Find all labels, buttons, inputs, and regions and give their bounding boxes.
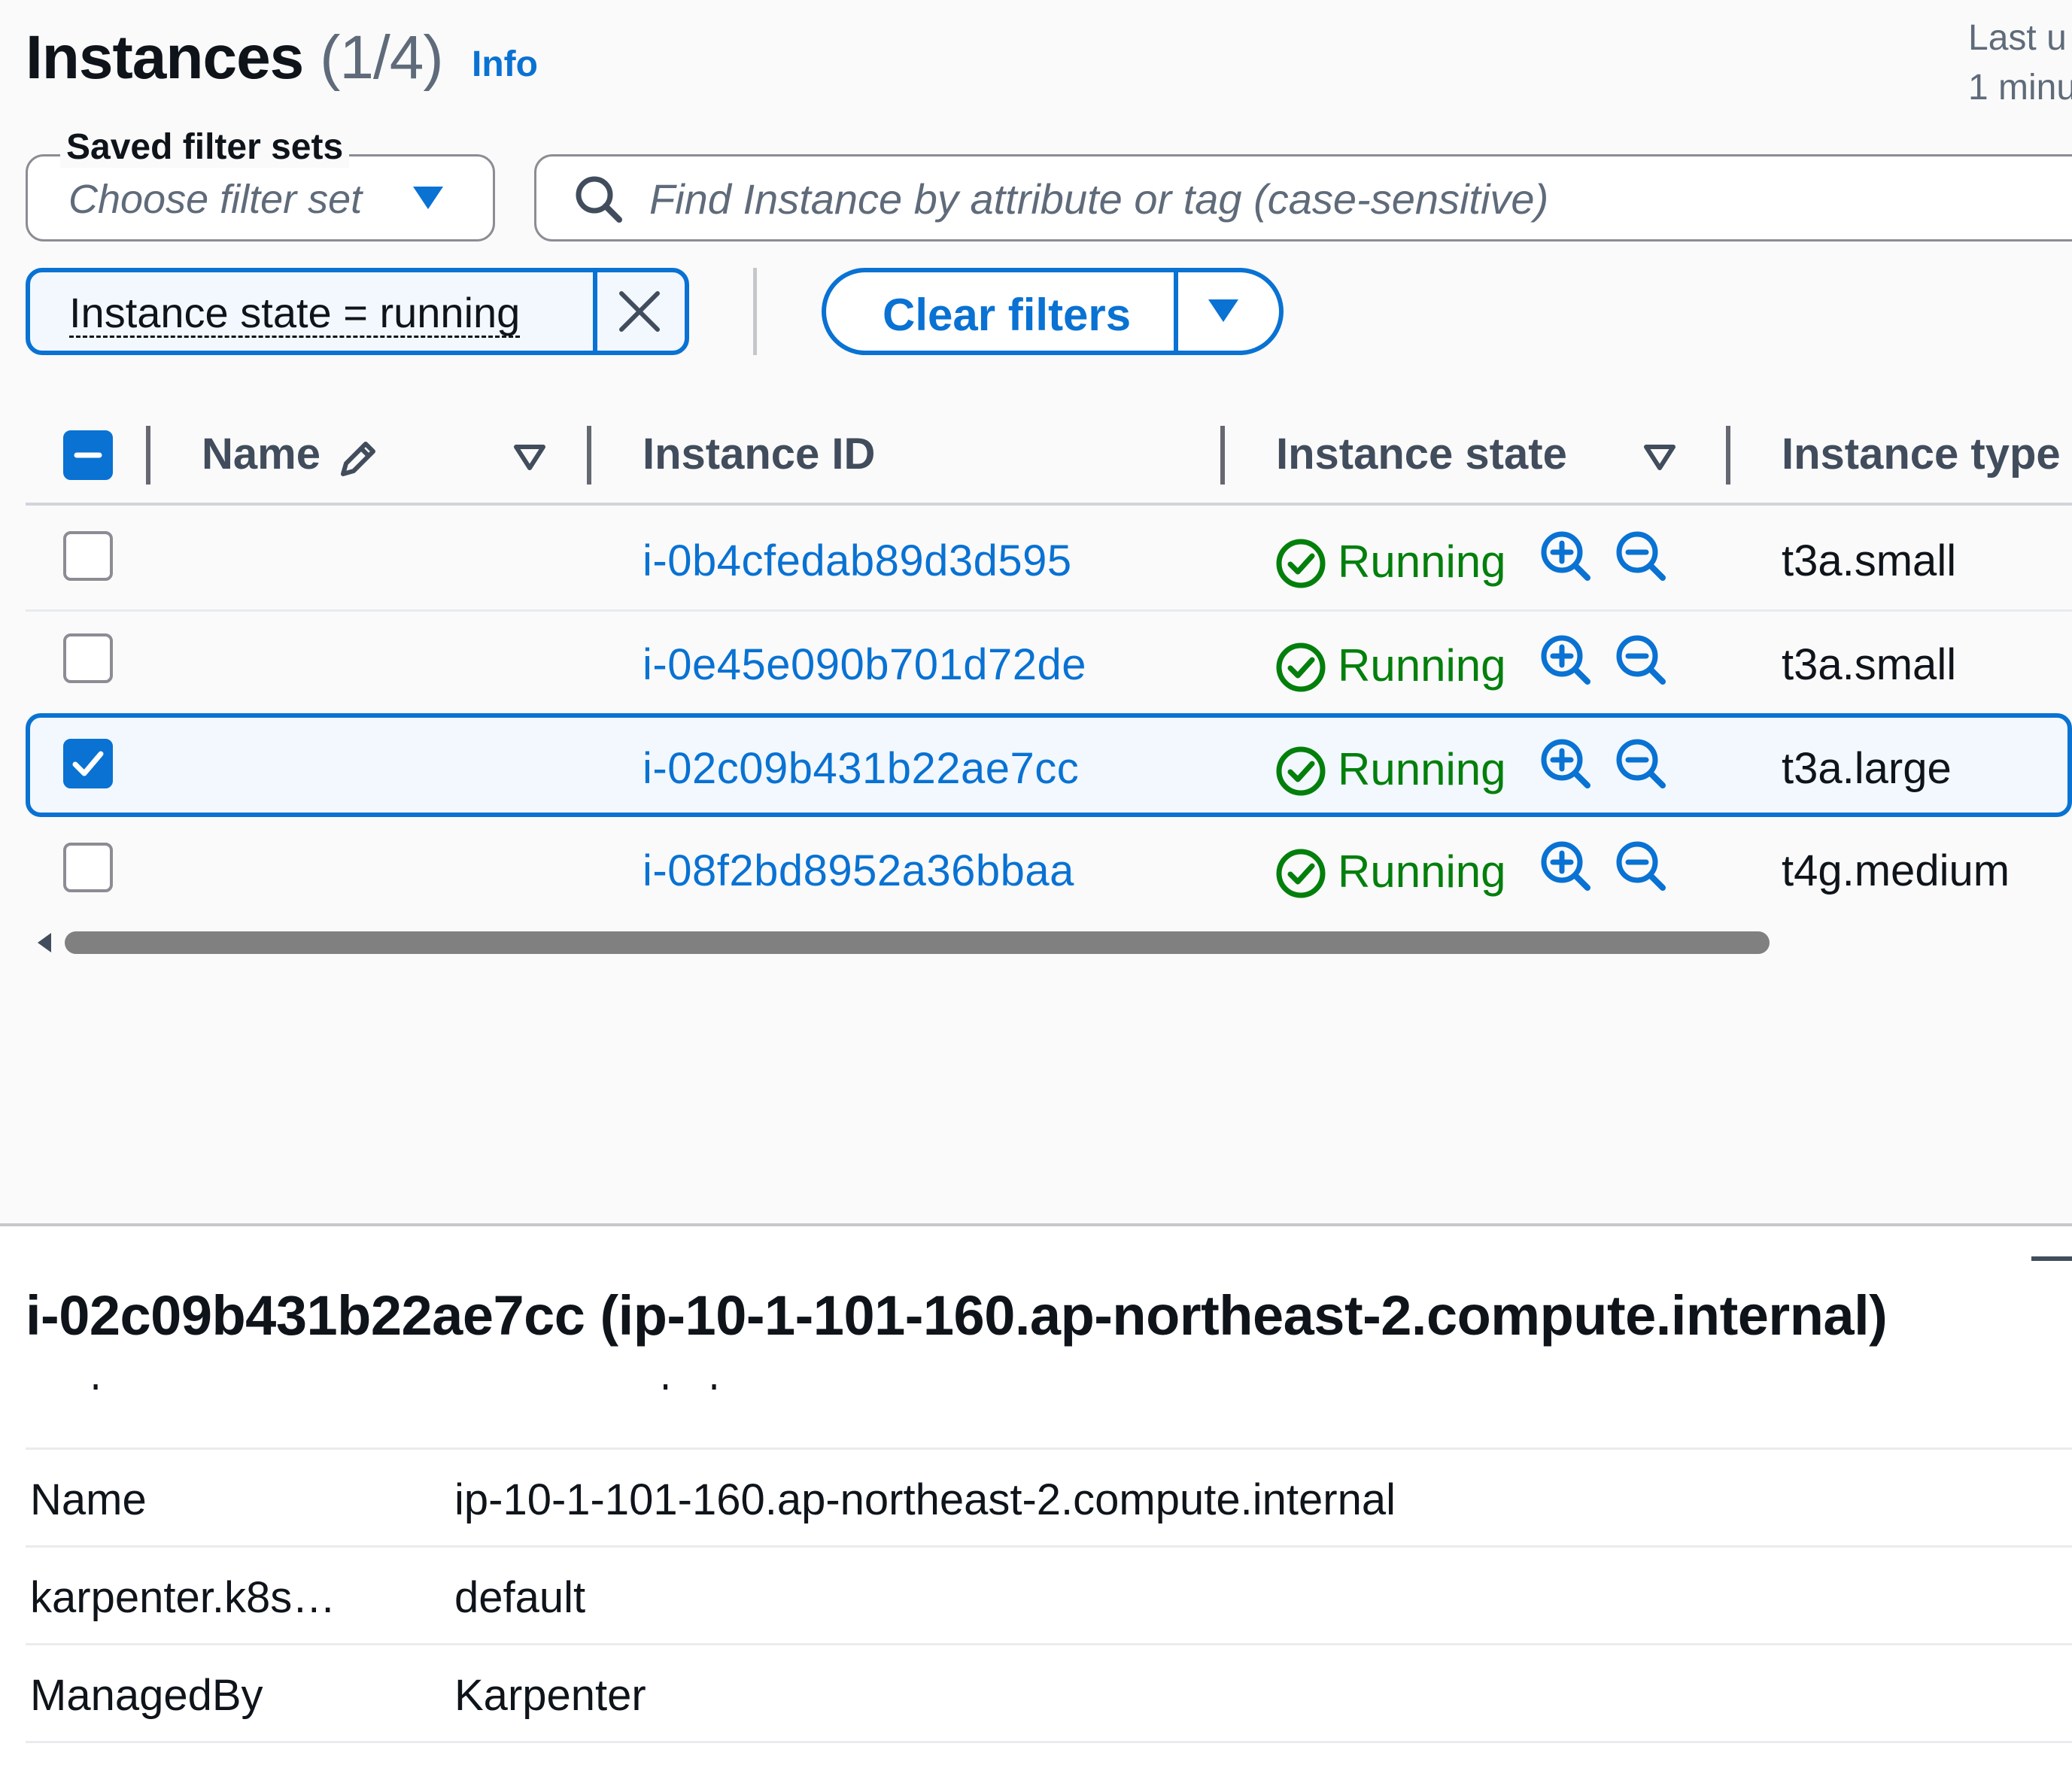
zoom-out-icon[interactable] [1615, 530, 1667, 582]
zoom-in-icon[interactable] [1539, 737, 1592, 790]
info-link[interactable]: Info [472, 44, 538, 85]
tag-value: default-7cq2q [454, 1384, 719, 1391]
instance-type: t4g.medium [1782, 846, 2010, 895]
status-success-icon [1276, 539, 1326, 588]
tag-value: ip-10-1-101-160.ap-northeast-2.compute.i… [454, 1475, 1396, 1524]
column-header-instance-id[interactable]: Instance ID [643, 429, 875, 479]
zoom-out-icon[interactable] [1615, 633, 1667, 686]
row-checkbox[interactable] [63, 739, 113, 788]
select-all-checkbox[interactable] [63, 430, 113, 480]
instance-id-link[interactable]: i-0e45e090b701d72de [643, 639, 1086, 690]
instance-state-label: Running [1338, 536, 1506, 587]
tags-table: karpenter.sh/… default-7cq2q Name ip-10-… [26, 1384, 2072, 1760]
collapse-panel-handle[interactable] [2031, 1256, 2072, 1261]
column-divider[interactable] [587, 426, 591, 485]
selection-count: (1/4) [320, 23, 444, 92]
instance-state-label: Running [1338, 846, 1506, 897]
row-checkbox[interactable] [63, 843, 113, 892]
tag-key: karpenter.sh/… [30, 1384, 326, 1391]
table-header: Name Instance ID Instance state Instance… [26, 406, 2072, 504]
scroll-left-arrow-icon[interactable] [35, 931, 54, 954]
tag-row: karpenter.k8s… default [26, 1545, 2072, 1643]
row-checkbox[interactable] [63, 633, 113, 683]
instance-id-link[interactable]: i-08f2bd8952a36bbaa [643, 846, 1074, 896]
zoom-out-icon[interactable] [1615, 840, 1667, 892]
table-row-selected[interactable]: i-02c09b431b22ae7cc Running t3a.large [26, 713, 2072, 817]
zoom-out-icon[interactable] [1615, 737, 1667, 790]
zoom-in-icon[interactable] [1539, 633, 1592, 686]
check-icon [72, 751, 104, 776]
column-divider[interactable] [1726, 426, 1730, 485]
horizontal-scrollbar-thumb[interactable] [65, 931, 1770, 954]
close-icon[interactable] [615, 287, 664, 336]
filter-set-placeholder: Choose filter set [68, 177, 363, 222]
instance-state-label: Running [1338, 744, 1506, 794]
table-header-border [26, 503, 2072, 506]
tag-divider [26, 1741, 2072, 1743]
filter-token: Instance state = running [26, 268, 689, 355]
search-input[interactable] [649, 170, 2004, 227]
minus-icon [74, 452, 102, 458]
zoom-in-icon[interactable] [1539, 530, 1592, 582]
column-divider[interactable] [1220, 426, 1225, 485]
filter-token-divider [593, 272, 597, 351]
tag-key: ManagedBy [30, 1671, 263, 1720]
sort-caret-icon[interactable] [1643, 444, 1676, 471]
pencil-icon [341, 442, 375, 476]
table-row[interactable]: i-0e45e090b701d72de Running t3a.small [26, 611, 2072, 713]
filter-set-legend: Saved filter sets [60, 126, 350, 168]
zoom-in-icon[interactable] [1539, 840, 1592, 892]
status-success-icon [1276, 642, 1326, 692]
instance-type: t3a.small [1782, 640, 1957, 689]
filter-token-label[interactable]: Instance state = running [69, 290, 521, 338]
caret-down-icon[interactable] [1207, 298, 1240, 324]
instance-state-label: Running [1338, 640, 1506, 691]
clear-filters-split-button: Clear filters [822, 268, 1284, 355]
page-title: Instances (1/4) [26, 23, 444, 93]
column-header-instance-type[interactable]: Instance type [1782, 429, 2061, 479]
column-header-name[interactable]: Name [202, 429, 321, 479]
row-checkbox[interactable] [63, 531, 113, 581]
tag-row: ManagedBy Karpenter [26, 1643, 2072, 1741]
last-updated: Last u 1 minu [1968, 14, 2072, 113]
detail-panel-title: i-02c09b431b22ae7cc (ip-10-1-101-160.ap-… [26, 1284, 1888, 1347]
tag-row: karpenter.sh/… default-7cq2q [26, 1384, 2072, 1411]
tag-value: default [454, 1573, 586, 1622]
clear-filters-button[interactable]: Clear filters [883, 289, 1131, 341]
table-row[interactable]: i-08f2bd8952a36bbaa Running t4g.medium [26, 817, 2072, 919]
instance-type: t3a.large [1782, 744, 1952, 793]
tag-key: karpenter.k8s… [30, 1573, 336, 1622]
status-success-icon [1276, 746, 1326, 796]
column-header-instance-state[interactable]: Instance state [1276, 429, 1567, 479]
instance-type: t3a.small [1782, 536, 1957, 585]
tag-value: Karpenter [454, 1671, 646, 1720]
table-row[interactable]: i-0b4cfedab89d3d595 Running t3a.small [26, 507, 2072, 609]
page-title-text: Instances [26, 23, 304, 92]
clear-filters-divider [1174, 272, 1178, 351]
tag-row: Name ip-10-1-101-160.ap-northeast-2.comp… [26, 1447, 2072, 1545]
search-icon [576, 176, 622, 223]
instance-id-link[interactable]: i-0b4cfedab89d3d595 [643, 536, 1072, 586]
search-box[interactable] [534, 154, 2072, 242]
caret-down-icon [413, 187, 443, 209]
tag-key: Name [30, 1475, 147, 1524]
last-updated-time: 1 minu [1968, 68, 2072, 108]
toolbar-divider [753, 268, 757, 355]
sort-caret-icon[interactable] [513, 444, 546, 471]
column-divider[interactable] [146, 426, 150, 485]
last-updated-label: Last u [1968, 18, 2067, 58]
instances-console: Instances (1/4) Info Last u 1 minu Choos… [0, 0, 2072, 1771]
status-success-icon [1276, 849, 1326, 898]
instance-id-link[interactable]: i-02c09b431b22ae7cc [643, 743, 1079, 794]
